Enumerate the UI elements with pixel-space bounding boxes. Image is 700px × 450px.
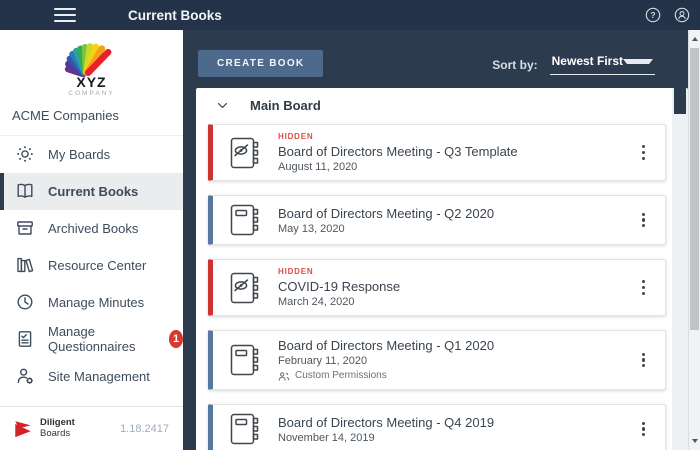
kebab-menu-button[interactable] (632, 141, 655, 164)
archive-box-icon (17, 221, 33, 235)
brand-text: Diligent Boards (40, 416, 75, 440)
kebab-menu-button[interactable] (632, 209, 655, 232)
kebab-menu-button[interactable] (632, 418, 655, 441)
sidebar-item-label: Current Books (48, 183, 139, 199)
company-logo: XYZ COMPANY (0, 30, 183, 98)
brand-line-2: Boards (40, 427, 71, 439)
company-name: ACME Companies (12, 107, 119, 123)
sidebar-item-resource-center[interactable]: Resource Center (0, 247, 183, 284)
section-title: Main Board (250, 98, 321, 113)
help-icon[interactable]: ? (645, 7, 661, 23)
top-bar: Current Books ? (0, 0, 700, 30)
sidebar-item-site-management[interactable]: Site Management (0, 358, 183, 395)
sidebar-item-current-books[interactable]: Current Books (0, 172, 183, 210)
sort-dropdown[interactable]: Newest First (549, 54, 655, 75)
brand-line-1: Diligent (40, 416, 75, 428)
book-icon (230, 204, 259, 236)
sidebar-item-my-boards[interactable]: My Boards (0, 136, 183, 173)
open-book-icon (17, 183, 33, 198)
book-icon (230, 413, 259, 445)
group-icon (278, 371, 290, 381)
app-window: Current Books ? XYZ COMPANY ACME Compani… (0, 0, 700, 450)
panel-scrollbar-thumb[interactable] (674, 88, 686, 114)
book-title: Board of Directors Meeting - Q1 2020 (278, 338, 495, 353)
book-date: May 13, 2020 (278, 222, 345, 235)
boards-icon (17, 146, 33, 162)
book-title: Board of Directors Meeting - Q2 2020 (278, 205, 495, 221)
sort-control: Sort by: Newest First (492, 54, 655, 75)
sidebar-item-label: Site Management (48, 368, 150, 384)
svg-text:?: ? (650, 10, 655, 20)
panel-scrollbar[interactable] (672, 88, 688, 450)
hamburger-menu-icon[interactable] (54, 8, 76, 22)
bookshelf-icon (17, 257, 34, 273)
book-title: Board of Directors Meeting - Q4 2019 (278, 414, 495, 430)
user-gear-icon (17, 368, 33, 384)
sort-by-label: Sort by: (492, 57, 538, 72)
book-card[interactable]: Board of Directors Meeting - Q2 2020 May… (208, 195, 666, 245)
chevron-down-icon (623, 58, 653, 64)
sidebar-item-label: Manage Minutes (48, 294, 145, 310)
kebab-menu-button[interactable] (632, 349, 655, 372)
sidebar-item-manage-questionnaires[interactable]: Manage Questionnaires 1 (0, 321, 183, 358)
hidden-badge: HIDDEN (278, 132, 314, 141)
books-panel: Main Board HIDDEN Board of Directors Mee… (196, 88, 688, 450)
page-title: Current Books (128, 7, 222, 23)
book-card[interactable]: Board of Directors Meeting - Q4 2019 Nov… (208, 404, 666, 450)
book-list: HIDDEN Board of Directors Meeting - Q3 T… (196, 120, 672, 450)
hidden-book-icon (230, 137, 259, 168)
book-card[interactable]: HIDDEN COVID-19 Response March 24, 2020 (208, 259, 666, 316)
kebab-menu-button[interactable] (632, 276, 655, 299)
scrollbar-thumb[interactable] (690, 48, 699, 330)
section-header-main-board[interactable]: Main Board (196, 88, 672, 120)
sidebar-item-label: My Boards (48, 146, 111, 162)
sidebar-nav: My Boards Current Books Archived Books R… (0, 134, 183, 395)
hidden-badge: HIDDEN (278, 267, 314, 276)
book-title: Board of Directors Meeting - Q3 Template (278, 144, 518, 159)
note-label: Custom Permissions (295, 370, 387, 381)
version-number: 1.18.2417 (120, 422, 169, 435)
questionnaire-icon (18, 331, 32, 347)
book-card[interactable]: Board of Directors Meeting - Q1 2020 Feb… (208, 330, 666, 390)
diligent-logo-icon (15, 420, 31, 437)
logo-name: XYZ (76, 74, 107, 90)
logo-fan-icon (64, 43, 111, 78)
book-date: February 11, 2020 (278, 355, 368, 367)
scroll-up-button[interactable] (689, 32, 700, 46)
sidebar: XYZ COMPANY ACME Companies My Boards Cur… (0, 30, 183, 450)
chevron-down-icon (217, 102, 228, 109)
sidebar-footer: Diligent Boards 1.18.2417 (0, 406, 183, 450)
sort-value: Newest First (551, 54, 623, 68)
profile-icon[interactable] (674, 7, 690, 23)
book-icon (230, 344, 259, 376)
sidebar-item-label: Archived Books (48, 220, 139, 236)
hidden-book-icon (230, 272, 259, 303)
scroll-down-button[interactable] (689, 434, 700, 448)
sidebar-item-manage-minutes[interactable]: Manage Minutes (0, 284, 183, 321)
book-date: March 24, 2020 (278, 296, 355, 308)
custom-permissions-note: Custom Permissions (278, 369, 494, 383)
book-date: November 14, 2019 (278, 431, 375, 444)
sidebar-item-label: Manage Questionnaires (48, 324, 136, 354)
sidebar-item-archived-books[interactable]: Archived Books (0, 210, 183, 247)
book-date: August 11, 2020 (278, 161, 358, 173)
create-book-button[interactable]: CREATE BOOK (198, 50, 324, 77)
book-card[interactable]: HIDDEN Board of Directors Meeting - Q3 T… (208, 124, 666, 181)
window-scrollbar[interactable] (688, 30, 700, 450)
sidebar-item-label: Resource Center (48, 257, 147, 273)
clock-icon (17, 294, 33, 310)
book-title: COVID-19 Response (278, 279, 401, 294)
notification-badge: 1 (169, 330, 183, 348)
